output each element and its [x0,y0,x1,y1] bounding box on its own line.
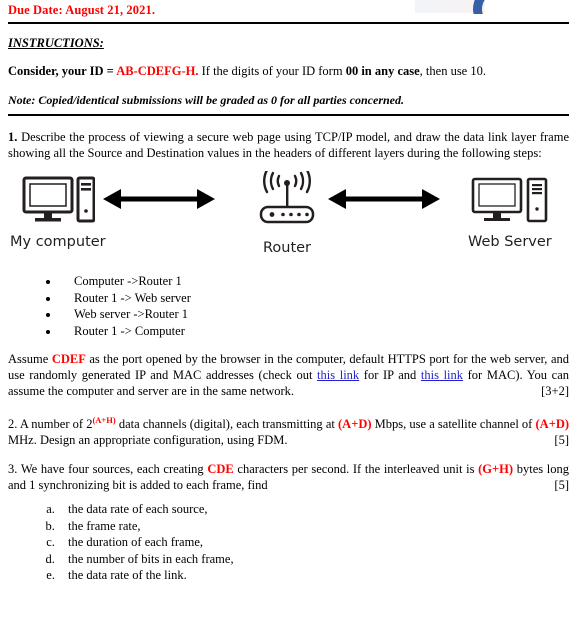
assume-marks: [3+2] [541,384,569,398]
header-divider-bottom [8,114,569,116]
assignment-document: Due Date: August 21, 2021. INSTRUCTIONS:… [0,0,577,638]
diagram-label-my-computer: My computer [10,234,106,250]
arrow-router-server [328,187,440,209]
consider-bold-text: 00 in any case [345,64,420,78]
mac-address-link[interactable]: this link [421,368,463,382]
instructions-heading: INSTRUCTIONS: [8,36,104,50]
list-item: the data rate of the link. [58,567,569,584]
arrow-computer-router [103,187,215,209]
list-item: the number of bits in each frame, [58,551,569,568]
header-divider-top [8,22,569,24]
network-diagram: My computer Router Web Server [8,168,569,267]
list-item: Router 1 -> Web server [60,290,569,307]
question-2-part4: MHz. Design an appropriate configuration… [8,433,288,448]
question-3-part1: We have four sources, each creating [17,462,208,477]
question-1: 1. Describe the process of viewing a sec… [8,129,569,161]
diagram-label-router: Router [262,240,312,256]
wireless-router-icon [259,168,315,224]
list-item: the data rate of each source, [58,501,569,518]
server-computer-icon [471,177,548,223]
diagram-node-my-computer: My computer [10,175,106,250]
list-item: the duration of each frame, [58,534,569,551]
diagram-node-router: Router [251,168,323,256]
question-2-part2: data channels (digital), each transmitti… [115,417,338,432]
question-2-exponent: (A+H) [92,415,116,425]
question-2-bandwidth: (A+D) [535,417,570,432]
question-2-rate: (A+D) [338,417,372,432]
consider-id-line: Consider, your ID = AB-CDEFG-H. If the d… [8,64,569,79]
list-item: Computer ->Router 1 [60,273,569,290]
question-1-text: Describe the process of viewing a secure… [8,130,569,160]
question-3-cde-value: CDE [207,462,234,477]
note-text: Note: Copied/identical submissions will … [8,93,404,107]
question-2: 2. A number of 2(A+H) data channels (dig… [8,412,569,448]
question-1-number: 1. [8,130,18,144]
list-item: Router 1 -> Computer [60,323,569,340]
assume-paragraph: Assume CDEF as the port opened by the br… [8,351,569,399]
list-item: the frame rate, [58,518,569,535]
double-arrow-icon [103,189,215,209]
question-3-gh-value: (G+H) [478,462,514,477]
consider-suffix-text: , then use 10. [419,64,486,78]
diagram-label-web-server: Web Server [468,234,552,250]
double-arrow-icon [328,189,440,209]
question-2-number: 2. [8,417,18,432]
assume-part1: Assume [8,352,52,366]
ip-address-link[interactable]: this link [317,368,359,382]
consider-prefix: Consider, your ID = [8,64,117,78]
consider-mid-text: If the digits of your ID form [198,64,346,78]
assume-cdef-value: CDEF [51,352,86,366]
consider-id-value: AB-CDEFG-H. [116,64,199,78]
question-3-part2: characters per second. If the interleave… [233,462,479,477]
question-2-part1: A number of 2 [17,417,93,432]
question-3-sublist: the data rate of each source, the frame … [8,501,569,584]
assume-part3: for IP and [359,368,421,382]
question-2-marks: [5] [554,433,569,448]
question-3: 3. We have four sources, each creating C… [8,461,569,493]
list-item: Web server ->Router 1 [60,306,569,323]
question-3-number: 3. [8,462,18,477]
question-2-part3: Mbps, use a satellite channel of [371,417,536,432]
diagram-node-web-server: Web Server [468,175,552,250]
desktop-computer-icon [22,176,96,223]
question-3-marks: [5] [554,478,569,493]
steps-list: Computer ->Router 1 Router 1 -> Web serv… [8,273,569,339]
logo-text-faint [415,0,485,13]
